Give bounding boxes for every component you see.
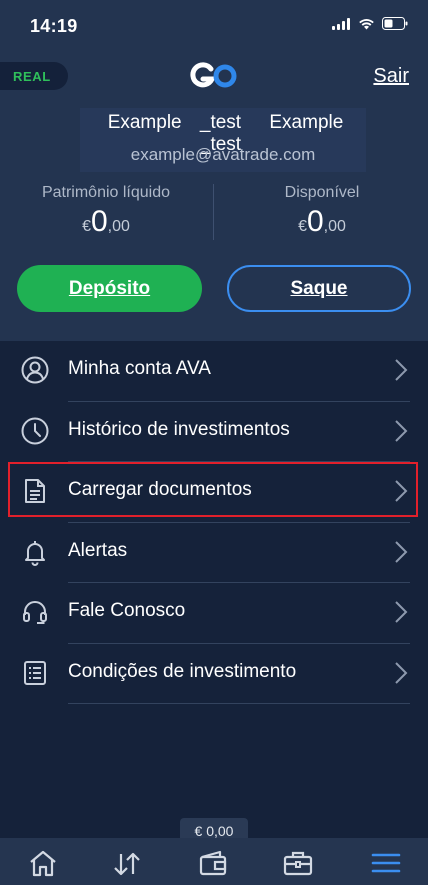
user-info: Example _test Example _test example@avat… bbox=[80, 108, 366, 172]
user-last-name: _test bbox=[199, 112, 242, 133]
account-type-badge[interactable]: REAL bbox=[0, 62, 68, 90]
equity-balance: Patrimônio líquido €0,00 bbox=[6, 184, 206, 239]
user-first-name: Example bbox=[107, 112, 182, 133]
menu-item-label: Fale Conosco bbox=[68, 600, 186, 621]
chevron-right-icon bbox=[395, 661, 408, 684]
bottom-tab-bar bbox=[0, 838, 428, 885]
equity-decimal: ,00 bbox=[107, 218, 130, 235]
highlight-box bbox=[8, 462, 418, 517]
menu-item-alertas[interactable]: Alertas bbox=[0, 523, 428, 583]
equity-label: Patrimônio líquido bbox=[41, 184, 171, 201]
available-balance: Disponível €0,00 bbox=[222, 184, 422, 239]
list-document-icon bbox=[24, 660, 46, 685]
available-value: €0,00 bbox=[222, 205, 422, 239]
status-bar: 14:19 bbox=[0, 0, 428, 50]
menu-item-fale-conosco[interactable]: Fale Conosco bbox=[0, 583, 428, 644]
go-logo bbox=[190, 62, 237, 88]
briefcase-icon[interactable] bbox=[282, 848, 314, 878]
menu-icon[interactable] bbox=[370, 848, 402, 878]
user-full-name: Example _test bbox=[103, 112, 246, 133]
withdraw-button[interactable]: Saque bbox=[227, 265, 411, 312]
clock-icon bbox=[21, 417, 49, 444]
chevron-right-icon bbox=[395, 601, 408, 623]
account-menu: Minha conta AVA Histórico de investiment… bbox=[0, 341, 428, 704]
balance-divider bbox=[213, 184, 214, 240]
menu-item-label: Condições de investimento bbox=[68, 660, 297, 682]
available-label: Disponível bbox=[284, 184, 360, 201]
wifi-icon bbox=[359, 18, 374, 29]
battery-icon bbox=[382, 17, 408, 30]
menu-item-label: Minha conta AVA bbox=[68, 358, 211, 379]
menu-item-historico[interactable]: Histórico de investimentos bbox=[0, 402, 428, 462]
menu-item-label: Alertas bbox=[68, 539, 128, 561]
chevron-right-icon bbox=[395, 540, 408, 563]
trade-arrows-icon[interactable] bbox=[111, 848, 143, 878]
available-decimal: ,00 bbox=[323, 218, 346, 235]
menu-item-label: Histórico de investimentos bbox=[68, 418, 290, 440]
chevron-right-icon bbox=[395, 359, 408, 381]
status-icons bbox=[332, 17, 408, 30]
available-integer: 0 bbox=[306, 205, 324, 238]
signal-icon bbox=[332, 17, 350, 30]
logout-link[interactable]: Sair bbox=[373, 65, 409, 88]
user-email: example@avatrade.com bbox=[130, 145, 316, 164]
user-first-name-2: Example bbox=[269, 112, 344, 133]
home-icon[interactable] bbox=[27, 848, 59, 878]
status-time: 14:19 bbox=[30, 16, 78, 36]
equity-integer: 0 bbox=[90, 205, 108, 238]
menu-item-minha-conta[interactable]: Minha conta AVA bbox=[0, 341, 428, 402]
bell-icon bbox=[25, 540, 45, 566]
available-currency: € bbox=[298, 218, 307, 235]
wallet-icon[interactable] bbox=[197, 848, 229, 878]
deposit-button[interactable]: Depósito bbox=[17, 265, 202, 312]
equity-value: €0,00 bbox=[6, 205, 206, 239]
user-circle-icon bbox=[21, 356, 49, 384]
menu-divider bbox=[68, 703, 410, 704]
headset-icon bbox=[23, 601, 47, 624]
equity-currency: € bbox=[82, 218, 91, 235]
menu-item-condicoes[interactable]: Condições de investimento bbox=[0, 644, 428, 704]
chevron-right-icon bbox=[395, 419, 408, 442]
